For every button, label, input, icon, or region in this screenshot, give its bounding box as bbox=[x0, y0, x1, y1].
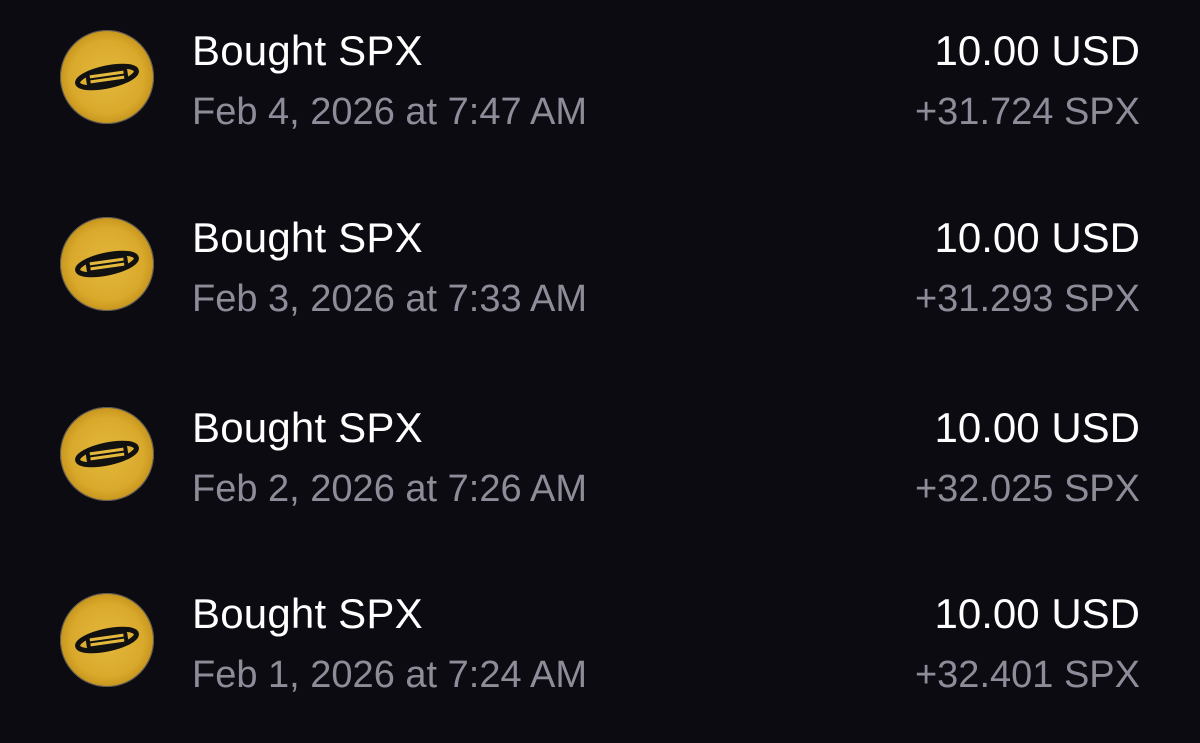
transaction-amount: 10.00 USD bbox=[934, 214, 1140, 261]
transaction-row[interactable]: Bought SPX Feb 3, 2026 at 7:33 AM 10.00 … bbox=[0, 190, 1200, 340]
transaction-date: Feb 1, 2026 at 7:24 AM bbox=[192, 654, 588, 696]
transaction-title: Bought SPX bbox=[192, 404, 423, 451]
transaction-amount: 10.00 USD bbox=[934, 27, 1140, 74]
transaction-quantity: +31.724 SPX bbox=[914, 91, 1140, 133]
transaction-quantity: +32.401 SPX bbox=[914, 654, 1140, 696]
transaction-title: Bought SPX bbox=[192, 27, 423, 74]
spx-coin-icon bbox=[60, 407, 154, 501]
transaction-date: Feb 3, 2026 at 7:33 AM bbox=[192, 278, 588, 320]
transaction-title: Bought SPX bbox=[192, 590, 423, 637]
spx-coin-icon bbox=[60, 593, 154, 687]
transaction-date: Feb 4, 2026 at 7:47 AM bbox=[192, 91, 588, 133]
transaction-quantity: +31.293 SPX bbox=[914, 278, 1140, 320]
spx-coin-icon bbox=[60, 217, 154, 311]
transaction-amount: 10.00 USD bbox=[934, 590, 1140, 637]
transaction-amount: 10.00 USD bbox=[934, 404, 1140, 451]
transaction-list: Bought SPX Feb 4, 2026 at 7:47 AM 10.00 … bbox=[0, 0, 1200, 743]
transaction-row[interactable]: Bought SPX Feb 1, 2026 at 7:24 AM 10.00 … bbox=[0, 566, 1200, 716]
transaction-title: Bought SPX bbox=[192, 214, 423, 261]
transaction-date: Feb 2, 2026 at 7:26 AM bbox=[192, 468, 588, 510]
transaction-row[interactable]: Bought SPX Feb 2, 2026 at 7:26 AM 10.00 … bbox=[0, 380, 1200, 530]
transaction-row[interactable]: Bought SPX Feb 4, 2026 at 7:47 AM 10.00 … bbox=[0, 3, 1200, 153]
transaction-quantity: +32.025 SPX bbox=[914, 468, 1140, 510]
spx-coin-icon bbox=[60, 30, 154, 124]
